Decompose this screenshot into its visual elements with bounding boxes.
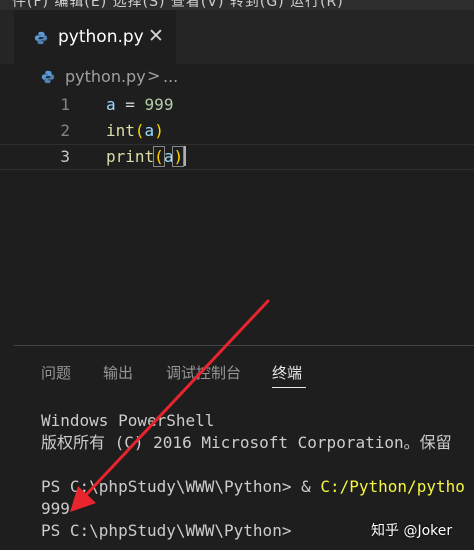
terminal-prompt: PS C:\phpStudy\WWW\Python> &: [41, 477, 321, 496]
menu-bar-text[interactable]: 件(F) 编辑(E) 选择(S) 查看(V) 转到(G) 运行(R): [12, 0, 344, 10]
code-content: print(a): [106, 144, 187, 170]
code-token: =: [115, 95, 145, 114]
terminal-line: Windows PowerShell: [41, 411, 215, 430]
code-token: 999: [144, 95, 174, 114]
code-token: ): [154, 121, 164, 140]
close-icon[interactable]: ✕: [148, 25, 164, 47]
tab-python-file[interactable]: python.py ✕: [14, 10, 176, 64]
terminal-line: 版权所有 (C) 2016 Microsoft Corporation。保留: [41, 433, 452, 452]
active-tab-indicator: [272, 387, 306, 388]
editor-tab-bar: python.py ✕: [0, 10, 474, 64]
code-token: a: [144, 121, 155, 140]
tab-problems[interactable]: 问题: [41, 362, 71, 383]
line-number: 1: [60, 95, 70, 114]
tab-debug-console[interactable]: 调试控制台: [166, 362, 241, 383]
breadcrumb: python.py > ...: [0, 64, 474, 90]
code-token: a: [106, 95, 116, 114]
code-content: a = 999: [106, 92, 173, 118]
panel-tab-bar: 问题 输出 调试控制台 终端: [0, 346, 474, 394]
terminal-line: 999: [41, 499, 70, 518]
code-token: print: [106, 147, 155, 166]
code-token: int: [106, 121, 135, 140]
code-content: int(a): [106, 118, 164, 144]
breadcrumb-file[interactable]: python.py: [65, 67, 146, 86]
breadcrumb-more[interactable]: ...: [163, 67, 178, 86]
python-icon: [34, 31, 48, 45]
code-token: a: [163, 147, 174, 166]
code-line[interactable]: 2 int(a): [0, 118, 474, 144]
tab-output[interactable]: 输出: [103, 362, 133, 383]
text-cursor: [184, 146, 187, 166]
code-token: ): [172, 146, 185, 167]
tab-label: python.py: [58, 27, 144, 47]
code-editor[interactable]: 1 a = 999 2 int(a) 3 print(a): [0, 90, 474, 345]
python-icon: [41, 70, 55, 84]
tab-terminal[interactable]: 终端: [272, 362, 302, 383]
line-number: 2: [60, 121, 70, 140]
line-number: 3: [60, 147, 70, 166]
terminal-line: PS C:\phpStudy\WWW\Python>: [41, 521, 292, 540]
code-line[interactable]: 1 a = 999: [0, 92, 474, 118]
watermark: 知乎 @Joker: [371, 523, 453, 539]
code-token: (: [153, 146, 165, 167]
code-line-active[interactable]: 3 print(a): [0, 144, 474, 170]
menu-bar-strip: 件(F) 编辑(E) 选择(S) 查看(V) 转到(G) 运行(R): [0, 0, 474, 10]
terminal-line: PS C:\phpStudy\WWW\Python> & C:/Python/p…: [41, 476, 465, 498]
terminal-run-path: C:/Python/pytho: [320, 477, 465, 496]
chevron-right-icon: >: [147, 66, 161, 85]
code-token: (: [134, 121, 145, 140]
